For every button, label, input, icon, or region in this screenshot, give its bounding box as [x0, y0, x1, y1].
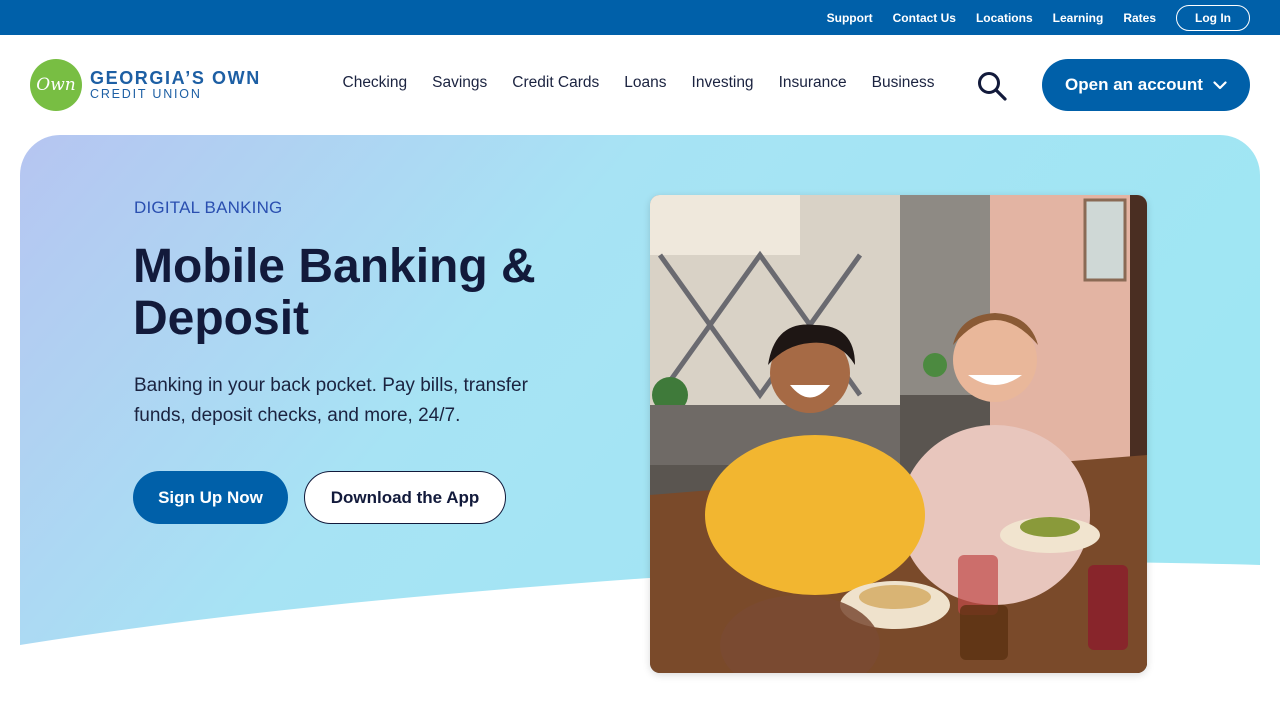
- logo-line1: GEORGIA’S OWN: [90, 67, 261, 88]
- download-app-button[interactable]: Download the App: [304, 471, 506, 524]
- search-icon: [978, 72, 1007, 101]
- logo[interactable]: Own GEORGIA’S OWN CREDIT UNION: [30, 59, 261, 111]
- hero-title: Mobile Banking & Deposit: [133, 240, 536, 345]
- nav-item-loans[interactable]: Loans: [624, 74, 666, 92]
- hero-subtitle: Banking in your back pocket. Pay bills, …: [134, 375, 528, 426]
- utility-link-support[interactable]: Support: [827, 11, 873, 25]
- nav-item-credit-cards[interactable]: Credit Cards: [512, 74, 599, 92]
- utility-bar: Support Contact Us Locations Learning Ra…: [0, 0, 1280, 35]
- hero-eyebrow: DIGITAL BANKING: [134, 198, 283, 217]
- primary-nav: Checking Savings Credit Cards Loans Inve…: [330, 74, 947, 92]
- utility-link-locations[interactable]: Locations: [976, 11, 1033, 25]
- main-header: Own GEORGIA’S OWN CREDIT UNION Checking …: [0, 35, 1280, 135]
- nav-item-insurance[interactable]: Insurance: [779, 74, 847, 92]
- utility-link-contact-us[interactable]: Contact Us: [893, 11, 956, 25]
- nav-item-business[interactable]: Business: [872, 74, 935, 92]
- logo-badge: Own: [30, 59, 82, 111]
- open-account-button[interactable]: Open an account: [1042, 59, 1250, 111]
- utility-link-rates[interactable]: Rates: [1123, 11, 1156, 25]
- open-account-label: Open an account: [1065, 75, 1203, 94]
- nav-item-savings[interactable]: Savings: [432, 74, 487, 92]
- nav-item-checking[interactable]: Checking: [343, 74, 408, 92]
- utility-link-learning[interactable]: Learning: [1053, 11, 1104, 25]
- chevron-down-icon: [1213, 80, 1227, 89]
- nav-item-investing[interactable]: Investing: [692, 74, 754, 92]
- login-button[interactable]: Log In: [1176, 4, 1250, 31]
- logo-line2: CREDIT UNION: [90, 86, 202, 101]
- hero-photo: [650, 195, 1147, 673]
- logo-text: GEORGIA’S OWN CREDIT UNION: [90, 69, 261, 102]
- sign-up-button[interactable]: Sign Up Now: [133, 471, 288, 524]
- hero-photo-illustration: [650, 195, 1147, 673]
- search-button[interactable]: [976, 71, 1008, 101]
